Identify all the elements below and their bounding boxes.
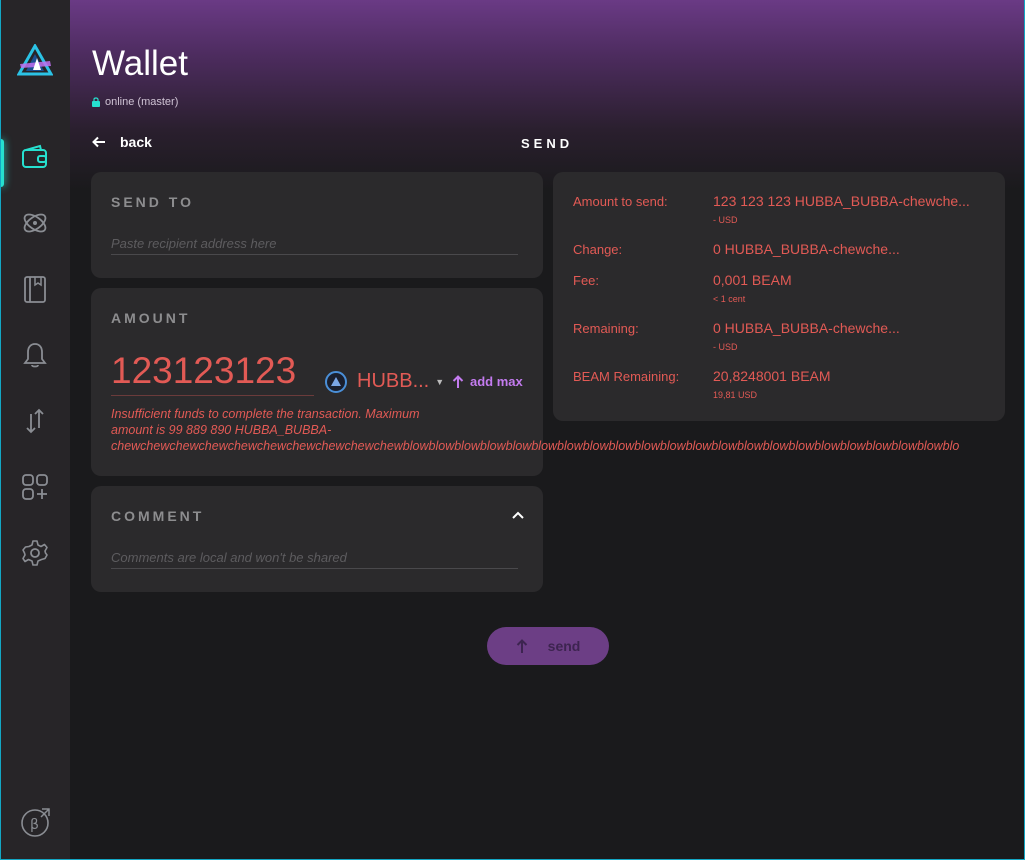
- arrow-up-icon: [516, 639, 527, 653]
- chevron-up-icon[interactable]: [511, 508, 525, 522]
- page-title: Wallet: [92, 44, 188, 83]
- remaining-value: 0 HUBBA_BUBBA-chewche...: [713, 320, 900, 336]
- main-content: Wallet online (master) back SEND SEND TO…: [70, 0, 1025, 860]
- insufficient-funds-error: Insufficient funds to complete the trans…: [111, 406, 959, 454]
- comment-input[interactable]: Comments are local and won't be shared: [111, 550, 518, 569]
- sidebar-item-wallet[interactable]: [0, 132, 70, 187]
- beam-explorer-icon[interactable]: β: [20, 806, 52, 838]
- arrows-updown-icon: [26, 408, 44, 434]
- gear-icon: [22, 540, 48, 566]
- asset-name: HUBB...: [357, 370, 430, 392]
- amount-label: AMOUNT: [111, 310, 191, 326]
- add-max-button[interactable]: add max: [452, 374, 523, 389]
- sidebar: β: [0, 0, 70, 860]
- remaining-label: Remaining:: [573, 321, 639, 336]
- amount-to-send-usd: - USD: [713, 215, 738, 225]
- remaining-usd: - USD: [713, 342, 738, 352]
- fee-usd: < 1 cent: [713, 294, 746, 304]
- svg-text:β: β: [30, 817, 39, 833]
- back-button[interactable]: back: [92, 134, 152, 150]
- sidebar-item-settings[interactable]: [0, 528, 70, 578]
- book-icon: [24, 276, 46, 303]
- change-label: Change:: [573, 242, 623, 257]
- status-text: online (master): [105, 96, 179, 108]
- sidebar-item-transactions[interactable]: [0, 396, 70, 446]
- sidebar-item-notifications[interactable]: [0, 330, 70, 380]
- send-to-card: SEND TO Paste recipient address here: [91, 172, 543, 278]
- sidebar-item-atomic-swap[interactable]: [0, 198, 70, 248]
- error-line-1: Insufficient funds to complete the trans…: [111, 407, 420, 421]
- amount-to-send-label: Amount to send:: [573, 194, 668, 209]
- sidebar-item-address-book[interactable]: [0, 264, 70, 314]
- atom-icon: [23, 213, 47, 233]
- beam-remaining-label: BEAM Remaining:: [573, 369, 680, 384]
- lock-icon: [92, 97, 100, 107]
- error-line-2: amount is 99 889 890 HUBBA_BUBBA-: [111, 423, 332, 437]
- chevron-down-icon: ▼: [435, 376, 445, 387]
- send-heading: SEND: [521, 136, 574, 151]
- fee-value: 0,001 BEAM: [713, 272, 792, 288]
- sidebar-item-applications[interactable]: [0, 462, 70, 512]
- amount-to-send-value: 123 123 123 HUBBA_BUBBA-chewche...: [713, 193, 970, 209]
- apps-add-icon: [22, 474, 48, 500]
- back-label: back: [120, 134, 152, 150]
- fee-label: Fee:: [573, 273, 600, 288]
- send-label: send: [547, 638, 581, 654]
- wallet-icon: [22, 144, 47, 168]
- comment-card: COMMENT Comments are local and won't be …: [91, 486, 543, 592]
- asset-selector[interactable]: HUBB... ▼: [325, 370, 444, 393]
- connection-status: online (master): [92, 96, 178, 108]
- bell-icon: [23, 343, 47, 368]
- arrow-up-icon: [452, 375, 464, 388]
- change-value: 0 HUBBA_BUBBA-chewche...: [713, 241, 900, 257]
- send-button[interactable]: send: [487, 627, 609, 665]
- arrow-left-icon: [92, 136, 105, 148]
- recipient-address-input[interactable]: Paste recipient address here: [111, 236, 518, 255]
- transaction-summary-card: Amount to send: 123 123 123 HUBBA_BUBBA-…: [553, 172, 1005, 421]
- send-to-label: SEND TO: [111, 194, 194, 210]
- beam-remaining-value: 20,8248001 BEAM: [713, 368, 831, 384]
- amount-card: AMOUNT 123123123 HUBB... ▼ add max Insuf…: [91, 288, 959, 476]
- add-max-label: add max: [470, 374, 523, 389]
- beam-remaining-usd: 19,81 USD: [713, 390, 758, 400]
- beam-logo-icon: [17, 44, 53, 76]
- amount-input[interactable]: 123123123: [111, 350, 314, 396]
- error-line-3: chewchewchewchewchewchewchewchewchewchew…: [111, 439, 960, 453]
- beam-asset-icon: [325, 370, 347, 393]
- comment-label: COMMENT: [111, 508, 205, 524]
